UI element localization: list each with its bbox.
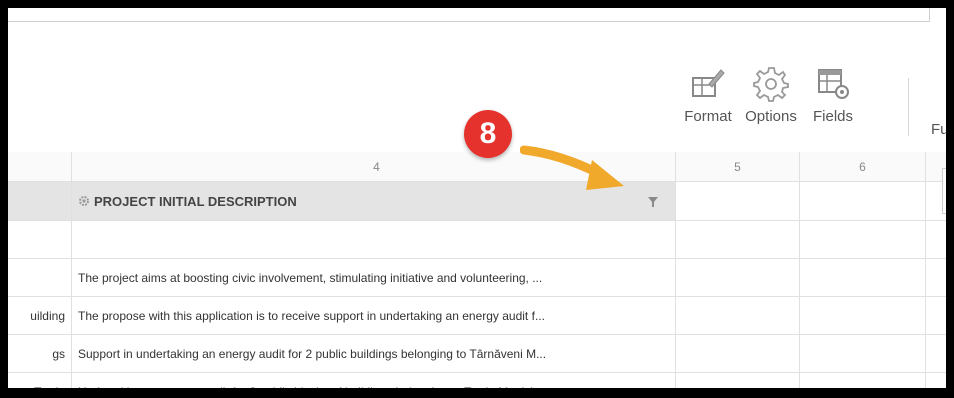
empty-cell[interactable] [676, 373, 800, 388]
popup-panel-edge [942, 168, 946, 214]
empty-cell [800, 182, 926, 220]
empty-cell[interactable] [676, 259, 800, 296]
description-cell[interactable]: Undertaking an energy audit for 3 public… [72, 373, 676, 388]
empty-cell[interactable] [800, 221, 926, 258]
settings-gear-icon [79, 196, 89, 206]
empty-cell [676, 182, 800, 220]
description-cell[interactable] [72, 221, 676, 258]
empty-cell[interactable] [800, 335, 926, 372]
pointer-arrow-icon [520, 145, 624, 190]
field-title-text: PROJECT INITIAL DESCRIPTION [94, 193, 297, 209]
row-label-cell[interactable] [8, 259, 72, 296]
fields-icon [818, 69, 849, 99]
table-row: gs Support in undertaking an energy audi… [8, 335, 946, 373]
step-badge: 8 [464, 110, 512, 158]
fields-label: Fields [812, 108, 853, 125]
empty-cell[interactable] [676, 221, 800, 258]
column-header-row: 4 5 6 [8, 152, 946, 182]
description-cell[interactable]: The project aims at boosting civic invol… [72, 259, 676, 296]
app-window: Format Options Fields Fu 4 5 6 PROJECT I… [8, 8, 946, 388]
field-header-cell [8, 182, 72, 220]
table-row [8, 221, 946, 259]
table-row: n Turda Undertaking an energy audit for … [8, 373, 946, 388]
column-header[interactable]: 6 [800, 152, 926, 181]
table-row: The project aims at boosting civic invol… [8, 259, 946, 297]
gear-icon [753, 67, 789, 102]
column-header[interactable] [8, 152, 72, 181]
fullscreen-button-label[interactable]: Fu [931, 121, 946, 138]
empty-cell[interactable] [926, 297, 946, 334]
options-button[interactable]: Options [736, 64, 806, 125]
empty-cell[interactable] [676, 297, 800, 334]
top-input-strip [8, 8, 930, 22]
row-label-cell[interactable]: uilding [8, 297, 72, 334]
empty-cell[interactable] [800, 259, 926, 296]
row-label-cell[interactable] [8, 221, 72, 258]
format-button[interactable]: Format [673, 64, 743, 125]
format-label: Format [684, 108, 732, 125]
field-header-row: PROJECT INITIAL DESCRIPTION [8, 182, 946, 221]
description-cell[interactable]: The propose with this application is to … [72, 297, 676, 334]
field-title: PROJECT INITIAL DESCRIPTION [78, 194, 297, 209]
description-cell[interactable]: Support in undertaking an energy audit f… [72, 335, 676, 372]
empty-cell[interactable] [800, 373, 926, 388]
column-header[interactable]: 5 [676, 152, 800, 181]
empty-cell[interactable] [800, 297, 926, 334]
empty-cell[interactable] [926, 221, 946, 258]
options-label: Options [745, 108, 797, 125]
empty-cell[interactable] [926, 335, 946, 372]
filter-icon[interactable] [647, 196, 659, 208]
row-label-cell[interactable]: gs [8, 335, 72, 372]
empty-cell[interactable] [926, 259, 946, 296]
empty-cell[interactable] [676, 335, 800, 372]
table-row: uilding The propose with this applicatio… [8, 297, 946, 335]
format-icon [692, 69, 725, 97]
empty-cell[interactable] [926, 373, 946, 388]
row-label-cell[interactable]: n Turda [8, 373, 72, 388]
toolbar-separator [908, 78, 909, 136]
fields-button[interactable]: Fields [798, 64, 868, 125]
